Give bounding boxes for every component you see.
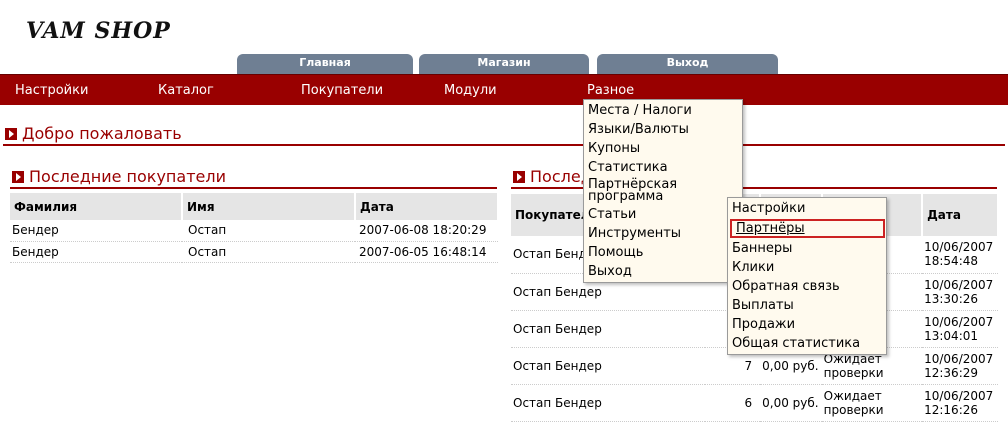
cell-order-date: 10/06/2007 13:04:01 bbox=[922, 310, 998, 348]
menu-item-exit[interactable]: Выход bbox=[584, 262, 742, 281]
menu-item-statistics[interactable]: Статистика bbox=[584, 158, 742, 177]
submenu-item-overall-statistics[interactable]: Общая статистика bbox=[728, 334, 886, 353]
nav-customers[interactable]: Покупатели bbox=[301, 83, 383, 98]
recent-orders-heading-text: Последние заказы bbox=[530, 167, 583, 186]
column-header-order-date: Дата bbox=[922, 194, 999, 236]
recent-orders-heading: Последние заказы bbox=[513, 167, 583, 186]
menu-item-articles[interactable]: Статьи bbox=[584, 205, 742, 224]
arrow-bullet-icon bbox=[5, 128, 17, 140]
cell-number: 6 bbox=[704, 384, 761, 422]
main-nav-bar: Настройки Каталог Покупатели Модули Разн… bbox=[0, 74, 1008, 105]
menu-item-places-taxes[interactable]: Места / Налоги bbox=[584, 101, 742, 120]
affiliate-submenu: Настройки Партнёры Баннеры Клики Обратна… bbox=[727, 197, 887, 355]
cell-lastname: Бендер bbox=[10, 220, 182, 242]
cell-status: Ожидает проверки bbox=[821, 384, 923, 422]
cell-date: 2007-06-05 16:48:14 bbox=[355, 241, 498, 263]
welcome-divider bbox=[3, 144, 1005, 146]
menu-item-affiliate-program[interactable]: Партнёрская программа bbox=[584, 177, 677, 205]
table-row[interactable]: Бендер Остап 2007-06-05 16:48:14 bbox=[10, 241, 498, 263]
recent-customers-heading: Последние покупатели bbox=[12, 167, 226, 186]
menu-item-help[interactable]: Помощь bbox=[584, 243, 742, 262]
recent-customers-table: Фамилия Имя Дата Бендер Остап 2007-06-08… bbox=[10, 193, 499, 263]
table-row[interactable]: Бендер Остап 2007-06-08 18:20:29 bbox=[10, 220, 498, 242]
cell-order-date: 10/06/2007 12:36:29 bbox=[922, 347, 998, 385]
recent-customers-heading-text: Последние покупатели bbox=[29, 167, 226, 186]
column-header-date: Дата bbox=[355, 193, 499, 220]
submenu-item-clicks[interactable]: Клики bbox=[728, 258, 886, 277]
submenu-item-feedback[interactable]: Обратная связь bbox=[728, 277, 886, 296]
arrow-bullet-icon bbox=[12, 171, 24, 183]
submenu-item-sales[interactable]: Продажи bbox=[728, 315, 886, 334]
misc-dropdown-menu: Места / Налоги Языки/Валюты Купоны Стати… bbox=[583, 99, 743, 283]
nav-settings[interactable]: Настройки bbox=[15, 83, 88, 98]
cell-order-date: 10/06/2007 12:16:26 bbox=[922, 384, 998, 422]
cell-customer: Остап Бендер bbox=[511, 384, 705, 422]
tab-logout[interactable]: Выход bbox=[597, 54, 778, 74]
submenu-item-partners[interactable]: Партнёры bbox=[730, 219, 885, 238]
cell-lastname: Бендер bbox=[10, 241, 182, 263]
submenu-item-settings[interactable]: Настройки bbox=[728, 199, 886, 218]
cell-customer: Остап Бендер bbox=[511, 310, 705, 348]
tab-shop[interactable]: Магазин bbox=[419, 54, 589, 74]
cell-customer: Остап Бендер bbox=[511, 347, 705, 385]
column-header-lastname: Фамилия bbox=[10, 193, 183, 220]
cell-firstname: Остап bbox=[182, 220, 355, 242]
table-row[interactable]: Остап Бендер 6 0,00 руб. Ожидает проверк… bbox=[511, 384, 998, 422]
cell-total: 0,00 руб. bbox=[760, 384, 822, 422]
welcome-heading-text: Добро пожаловать bbox=[22, 124, 182, 143]
submenu-item-banners[interactable]: Баннеры bbox=[728, 239, 886, 258]
nav-modules[interactable]: Модули bbox=[444, 83, 497, 98]
cell-firstname: Остап bbox=[182, 241, 355, 263]
menu-item-tools[interactable]: Инструменты bbox=[584, 224, 742, 243]
submenu-item-payouts[interactable]: Выплаты bbox=[728, 296, 886, 315]
cell-order-date: 10/06/2007 18:54:48 bbox=[922, 236, 998, 274]
tab-home[interactable]: Главная bbox=[237, 54, 413, 74]
customers-divider bbox=[10, 187, 497, 189]
welcome-heading: Добро пожаловать bbox=[5, 124, 182, 143]
arrow-bullet-icon bbox=[513, 171, 525, 183]
cell-date: 2007-06-08 18:20:29 bbox=[355, 220, 498, 242]
column-header-firstname: Имя bbox=[182, 193, 356, 220]
cell-order-date: 10/06/2007 13:30:26 bbox=[922, 273, 998, 311]
menu-item-languages-currencies[interactable]: Языки/Валюты bbox=[584, 120, 742, 139]
nav-catalog[interactable]: Каталог bbox=[158, 83, 214, 98]
menu-item-coupons[interactable]: Купоны bbox=[584, 139, 742, 158]
shop-logo: VAM SHOP bbox=[26, 18, 171, 44]
nav-misc[interactable]: Разное bbox=[587, 83, 634, 98]
